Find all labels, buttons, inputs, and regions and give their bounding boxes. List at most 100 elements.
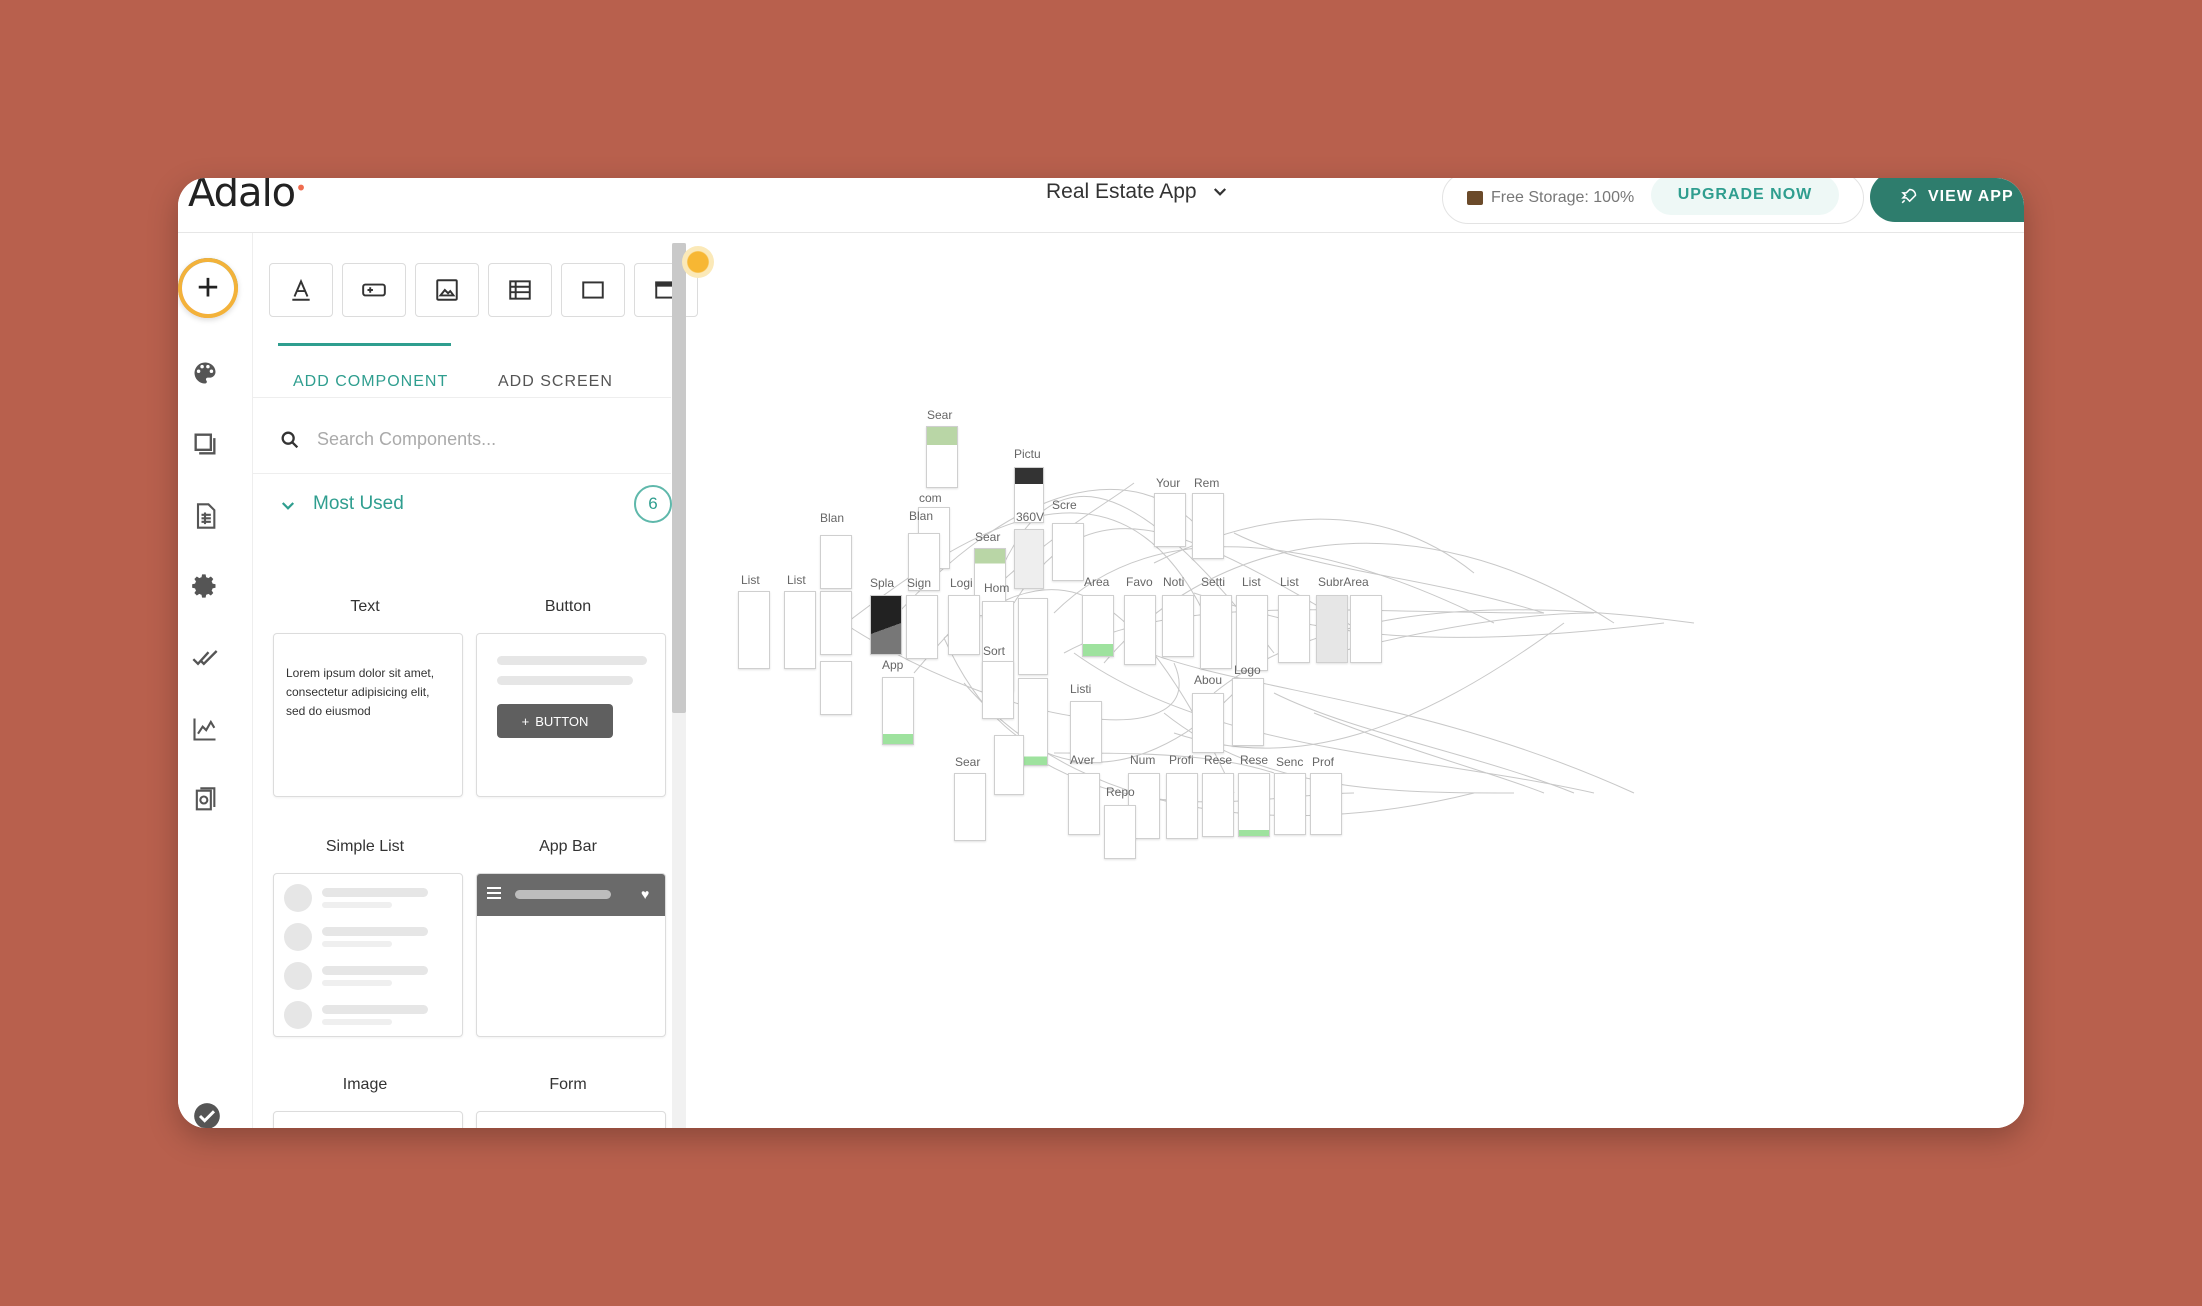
add-button[interactable]: + bbox=[178, 258, 238, 318]
screen-label: List bbox=[1280, 575, 1299, 589]
app-bar-preview: ♥ bbox=[477, 874, 665, 916]
screen-thumbnail[interactable] bbox=[1274, 773, 1306, 835]
screen-label: Senc bbox=[1276, 755, 1304, 769]
screen-label: com bbox=[919, 491, 942, 505]
screen-label: List bbox=[1242, 575, 1261, 589]
screen-thumbnail[interactable] bbox=[1200, 595, 1232, 669]
component-search bbox=[253, 403, 671, 474]
list-avatar bbox=[284, 884, 312, 912]
list-tool-icon bbox=[509, 280, 531, 300]
screen-label: List bbox=[741, 573, 760, 587]
screen-thumbnail[interactable] bbox=[784, 591, 816, 669]
search-icon bbox=[281, 431, 299, 449]
chevron-down-icon bbox=[281, 502, 295, 510]
screen-thumbnail[interactable] bbox=[1238, 773, 1270, 837]
screen-thumbnail[interactable] bbox=[1068, 773, 1100, 835]
screen-label: App bbox=[882, 658, 904, 672]
screen-thumbnail[interactable] bbox=[1166, 773, 1198, 839]
screen-label: Your bbox=[1156, 476, 1181, 490]
screen-label: Noti bbox=[1163, 575, 1185, 589]
screen-thumbnail[interactable] bbox=[1124, 595, 1156, 665]
gear-icon[interactable] bbox=[190, 571, 220, 601]
screen-thumbnail[interactable] bbox=[1192, 493, 1224, 559]
screen-thumbnail[interactable] bbox=[1232, 678, 1264, 746]
placeholder-bar bbox=[322, 902, 392, 908]
publish-check-icon[interactable] bbox=[190, 643, 220, 673]
rectangle-tool[interactable] bbox=[561, 263, 625, 317]
screen-thumbnail[interactable] bbox=[1018, 598, 1048, 675]
list-tool[interactable] bbox=[488, 263, 552, 317]
screen-label: Logo bbox=[1234, 663, 1261, 677]
screen-thumbnail[interactable] bbox=[1052, 523, 1084, 581]
screen-thumbnail[interactable] bbox=[820, 535, 852, 589]
screen-label: Favo bbox=[1126, 575, 1153, 589]
screen-thumbnail[interactable] bbox=[1192, 693, 1224, 753]
checkmark-status-icon[interactable] bbox=[192, 1101, 222, 1128]
most-used-section[interactable]: Most Used 6 bbox=[253, 473, 672, 539]
screens-icon[interactable] bbox=[190, 429, 220, 459]
screen-label: 360V bbox=[1016, 510, 1045, 524]
form-component-card[interactable] bbox=[476, 1111, 666, 1128]
simple-list-component-card[interactable] bbox=[273, 873, 463, 1037]
upgrade-now-button[interactable]: UPGRADE NOW bbox=[1651, 178, 1839, 215]
notification-dot[interactable] bbox=[682, 246, 714, 278]
app-bar-component-card[interactable]: ♥ bbox=[476, 873, 666, 1037]
button-tool[interactable] bbox=[342, 263, 406, 317]
palette-icon[interactable] bbox=[190, 358, 220, 388]
screen-thumbnail[interactable] bbox=[738, 591, 770, 669]
screen-label: Hom bbox=[984, 581, 1010, 595]
storage-text: Free Storage: 100% bbox=[1491, 189, 1635, 206]
screen-thumbnail[interactable] bbox=[1316, 595, 1348, 663]
screen-thumbnail[interactable] bbox=[1236, 595, 1268, 671]
plus-icon: + bbox=[521, 713, 530, 729]
view-app-label: VIEW APP bbox=[1928, 188, 2014, 205]
screen-thumbnail[interactable] bbox=[1278, 595, 1310, 663]
screen-thumbnail[interactable] bbox=[1154, 493, 1186, 547]
app-switcher[interactable]: Real Estate App bbox=[1046, 180, 1229, 204]
image-component-card[interactable] bbox=[273, 1111, 463, 1128]
analytics-icon[interactable] bbox=[190, 714, 220, 744]
screen-thumbnail[interactable] bbox=[954, 773, 986, 841]
adalo-logo[interactable]: Adalo• bbox=[188, 178, 307, 216]
placeholder-bar bbox=[322, 888, 428, 897]
screen-thumbnail[interactable] bbox=[820, 661, 852, 715]
screen-thumbnail[interactable] bbox=[870, 595, 902, 655]
app-settings-icon[interactable] bbox=[190, 785, 220, 815]
screen-thumbnail[interactable] bbox=[1014, 529, 1044, 589]
placeholder-bar bbox=[322, 927, 428, 936]
screen-thumbnail[interactable] bbox=[1310, 773, 1342, 835]
most-used-label: Most Used bbox=[313, 493, 404, 514]
tab-add-component[interactable]: ADD COMPONENT bbox=[293, 373, 448, 391]
plus-icon: + bbox=[182, 262, 234, 314]
tab-add-screen[interactable]: ADD SCREEN bbox=[498, 373, 613, 391]
screen-thumbnail[interactable] bbox=[1162, 595, 1194, 657]
lorem-preview: Lorem ipsum dolor sit amet, consectetur … bbox=[286, 666, 435, 718]
search-input[interactable] bbox=[315, 421, 639, 457]
screen-label: SubrArea bbox=[1318, 575, 1369, 589]
screen-thumbnail[interactable] bbox=[948, 595, 980, 655]
text-component-card[interactable]: Lorem ipsum dolor sit amet, consectetur … bbox=[273, 633, 463, 797]
screen-thumbnail[interactable] bbox=[820, 591, 852, 655]
screen-label: Sign bbox=[907, 576, 932, 590]
panel-scrollbar-thumb[interactable] bbox=[672, 243, 686, 713]
image-tool[interactable] bbox=[415, 263, 479, 317]
screen-thumbnail[interactable] bbox=[906, 595, 938, 659]
view-app-button[interactable]: VIEW APP bbox=[1870, 178, 2024, 222]
screen-thumbnail[interactable] bbox=[1082, 595, 1114, 657]
heart-icon: ♥ bbox=[641, 886, 650, 902]
database-icon[interactable] bbox=[190, 501, 220, 531]
screen-canvas[interactable]: Sear Pictu com Blan Blan Scre Your Rem 3… bbox=[714, 233, 2024, 1128]
screen-thumbnail[interactable] bbox=[1350, 595, 1382, 663]
list-avatar bbox=[284, 1001, 312, 1029]
screen-thumbnail[interactable] bbox=[1104, 805, 1136, 859]
button-component-card[interactable]: + BUTTON bbox=[476, 633, 666, 797]
screen-thumbnail[interactable] bbox=[1202, 773, 1234, 837]
screen-thumbnail[interactable] bbox=[882, 677, 914, 745]
screen-thumbnail[interactable] bbox=[994, 735, 1024, 795]
placeholder-bar bbox=[515, 890, 611, 899]
screen-label: Sear bbox=[975, 530, 1001, 544]
builder-window: Adalo• Real Estate App Free Storage: 100… bbox=[178, 178, 2024, 1128]
screen-thumbnail[interactable] bbox=[982, 661, 1014, 719]
text-tool[interactable] bbox=[269, 263, 333, 317]
screen-thumbnail[interactable] bbox=[926, 426, 958, 488]
